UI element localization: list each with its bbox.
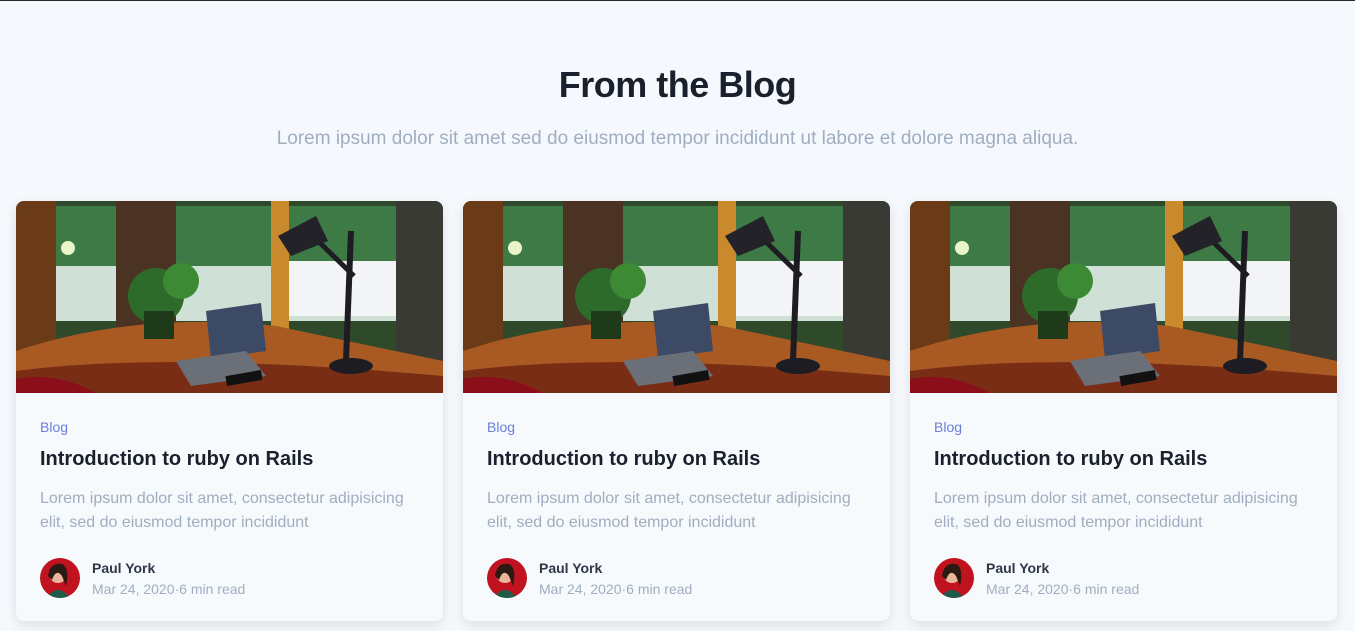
- category-label[interactable]: Blog: [934, 419, 1313, 435]
- category-label[interactable]: Blog: [40, 419, 419, 435]
- read-time: 6 min read: [179, 580, 246, 597]
- blog-card-list: Blog Introduction to ruby on Rails Lorem…: [16, 201, 1337, 621]
- author-name[interactable]: Paul York: [986, 560, 1139, 576]
- section-title: From the Blog: [558, 64, 797, 105]
- post-meta: Mar 24, 2020·6 min read: [539, 581, 692, 597]
- blog-post-image[interactable]: [463, 201, 890, 393]
- blog-post-image[interactable]: [16, 201, 443, 393]
- read-time: 6 min read: [626, 580, 693, 597]
- author-info: Paul York Mar 24, 2020·6 min read: [92, 560, 245, 597]
- post-date: Mar 24, 2020: [539, 580, 622, 597]
- avatar[interactable]: [487, 558, 527, 598]
- post-title[interactable]: Introduction to ruby on Rails: [487, 448, 866, 471]
- author-name[interactable]: Paul York: [92, 560, 245, 576]
- blog-post-image[interactable]: [910, 201, 1337, 393]
- post-title[interactable]: Introduction to ruby on Rails: [40, 448, 419, 471]
- post-date: Mar 24, 2020: [92, 580, 175, 597]
- card-body: Blog Introduction to ruby on Rails Lorem…: [934, 419, 1313, 535]
- post-date: Mar 24, 2020: [986, 580, 1069, 597]
- author-name[interactable]: Paul York: [539, 560, 692, 576]
- blog-card[interactable]: Blog Introduction to ruby on Rails Lorem…: [16, 201, 443, 621]
- author-block: Paul York Mar 24, 2020·6 min read: [487, 558, 692, 598]
- blog-card[interactable]: Blog Introduction to ruby on Rails Lorem…: [463, 201, 890, 621]
- card-body: Blog Introduction to ruby on Rails Lorem…: [487, 419, 866, 535]
- author-info: Paul York Mar 24, 2020·6 min read: [986, 560, 1139, 597]
- read-time: 6 min read: [1073, 580, 1140, 597]
- post-excerpt: Lorem ipsum dolor sit amet, consectetur …: [934, 490, 1298, 531]
- avatar[interactable]: [40, 558, 80, 598]
- post-meta: Mar 24, 2020·6 min read: [92, 581, 245, 597]
- avatar[interactable]: [934, 558, 974, 598]
- section-subtitle: Lorem ipsum dolor sit amet sed do eiusmo…: [276, 128, 1079, 149]
- author-block: Paul York Mar 24, 2020·6 min read: [934, 558, 1139, 598]
- author-info: Paul York Mar 24, 2020·6 min read: [539, 560, 692, 597]
- category-label[interactable]: Blog: [487, 419, 866, 435]
- post-excerpt: Lorem ipsum dolor sit amet, consectetur …: [40, 490, 404, 531]
- post-excerpt: Lorem ipsum dolor sit amet, consectetur …: [487, 490, 851, 531]
- post-meta: Mar 24, 2020·6 min read: [986, 581, 1139, 597]
- blog-card[interactable]: Blog Introduction to ruby on Rails Lorem…: [910, 201, 1337, 621]
- card-body: Blog Introduction to ruby on Rails Lorem…: [40, 419, 419, 535]
- author-block: Paul York Mar 24, 2020·6 min read: [40, 558, 245, 598]
- post-title[interactable]: Introduction to ruby on Rails: [934, 448, 1313, 471]
